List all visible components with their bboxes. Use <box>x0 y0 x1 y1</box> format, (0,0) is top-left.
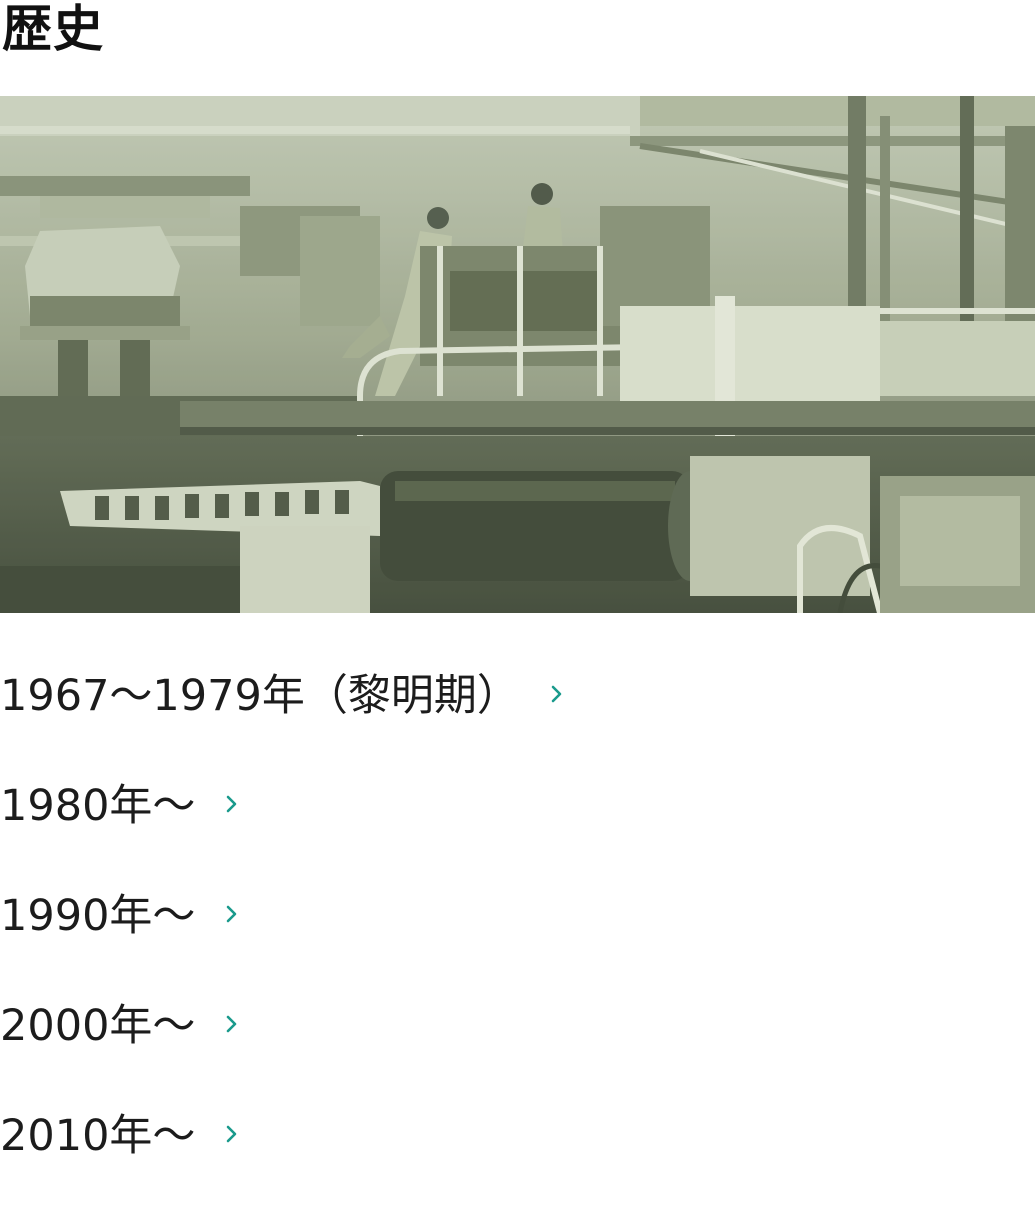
history-item-1990[interactable]: 1990年〜 <box>0 880 564 990</box>
history-item-label: 1990年〜 <box>0 891 196 941</box>
history-link-1980[interactable]: 1980年〜 <box>0 781 239 861</box>
history-link-2010[interactable]: 2010年〜 <box>0 1111 239 1191</box>
chevron-right-icon <box>227 1125 237 1143</box>
history-list: 1967〜1979年（黎明期） 1980年〜 1990年〜 2000年〜 201… <box>0 660 564 1210</box>
history-link-1990[interactable]: 1990年〜 <box>0 891 239 971</box>
history-item-1967-1979[interactable]: 1967〜1979年（黎明期） <box>0 660 564 770</box>
history-item-2010[interactable]: 2010年〜 <box>0 1100 564 1210</box>
chevron-right-icon <box>227 795 237 813</box>
history-item-2000[interactable]: 2000年〜 <box>0 990 564 1100</box>
chevron-right-icon <box>227 905 237 923</box>
chevron-right-icon <box>227 1015 237 1033</box>
history-link-2000[interactable]: 2000年〜 <box>0 1001 239 1081</box>
page-title: 歴史 <box>2 0 104 58</box>
history-link-1967-1979[interactable]: 1967〜1979年（黎明期） <box>0 671 564 751</box>
history-item-label: 2010年〜 <box>0 1111 196 1161</box>
history-item-1980[interactable]: 1980年〜 <box>0 770 564 880</box>
hero-image <box>0 96 1035 613</box>
chevron-right-icon <box>551 685 562 703</box>
history-item-label: 1967〜1979年（黎明期） <box>0 671 520 721</box>
history-item-label: 2000年〜 <box>0 1001 196 1051</box>
history-item-label: 1980年〜 <box>0 781 196 831</box>
